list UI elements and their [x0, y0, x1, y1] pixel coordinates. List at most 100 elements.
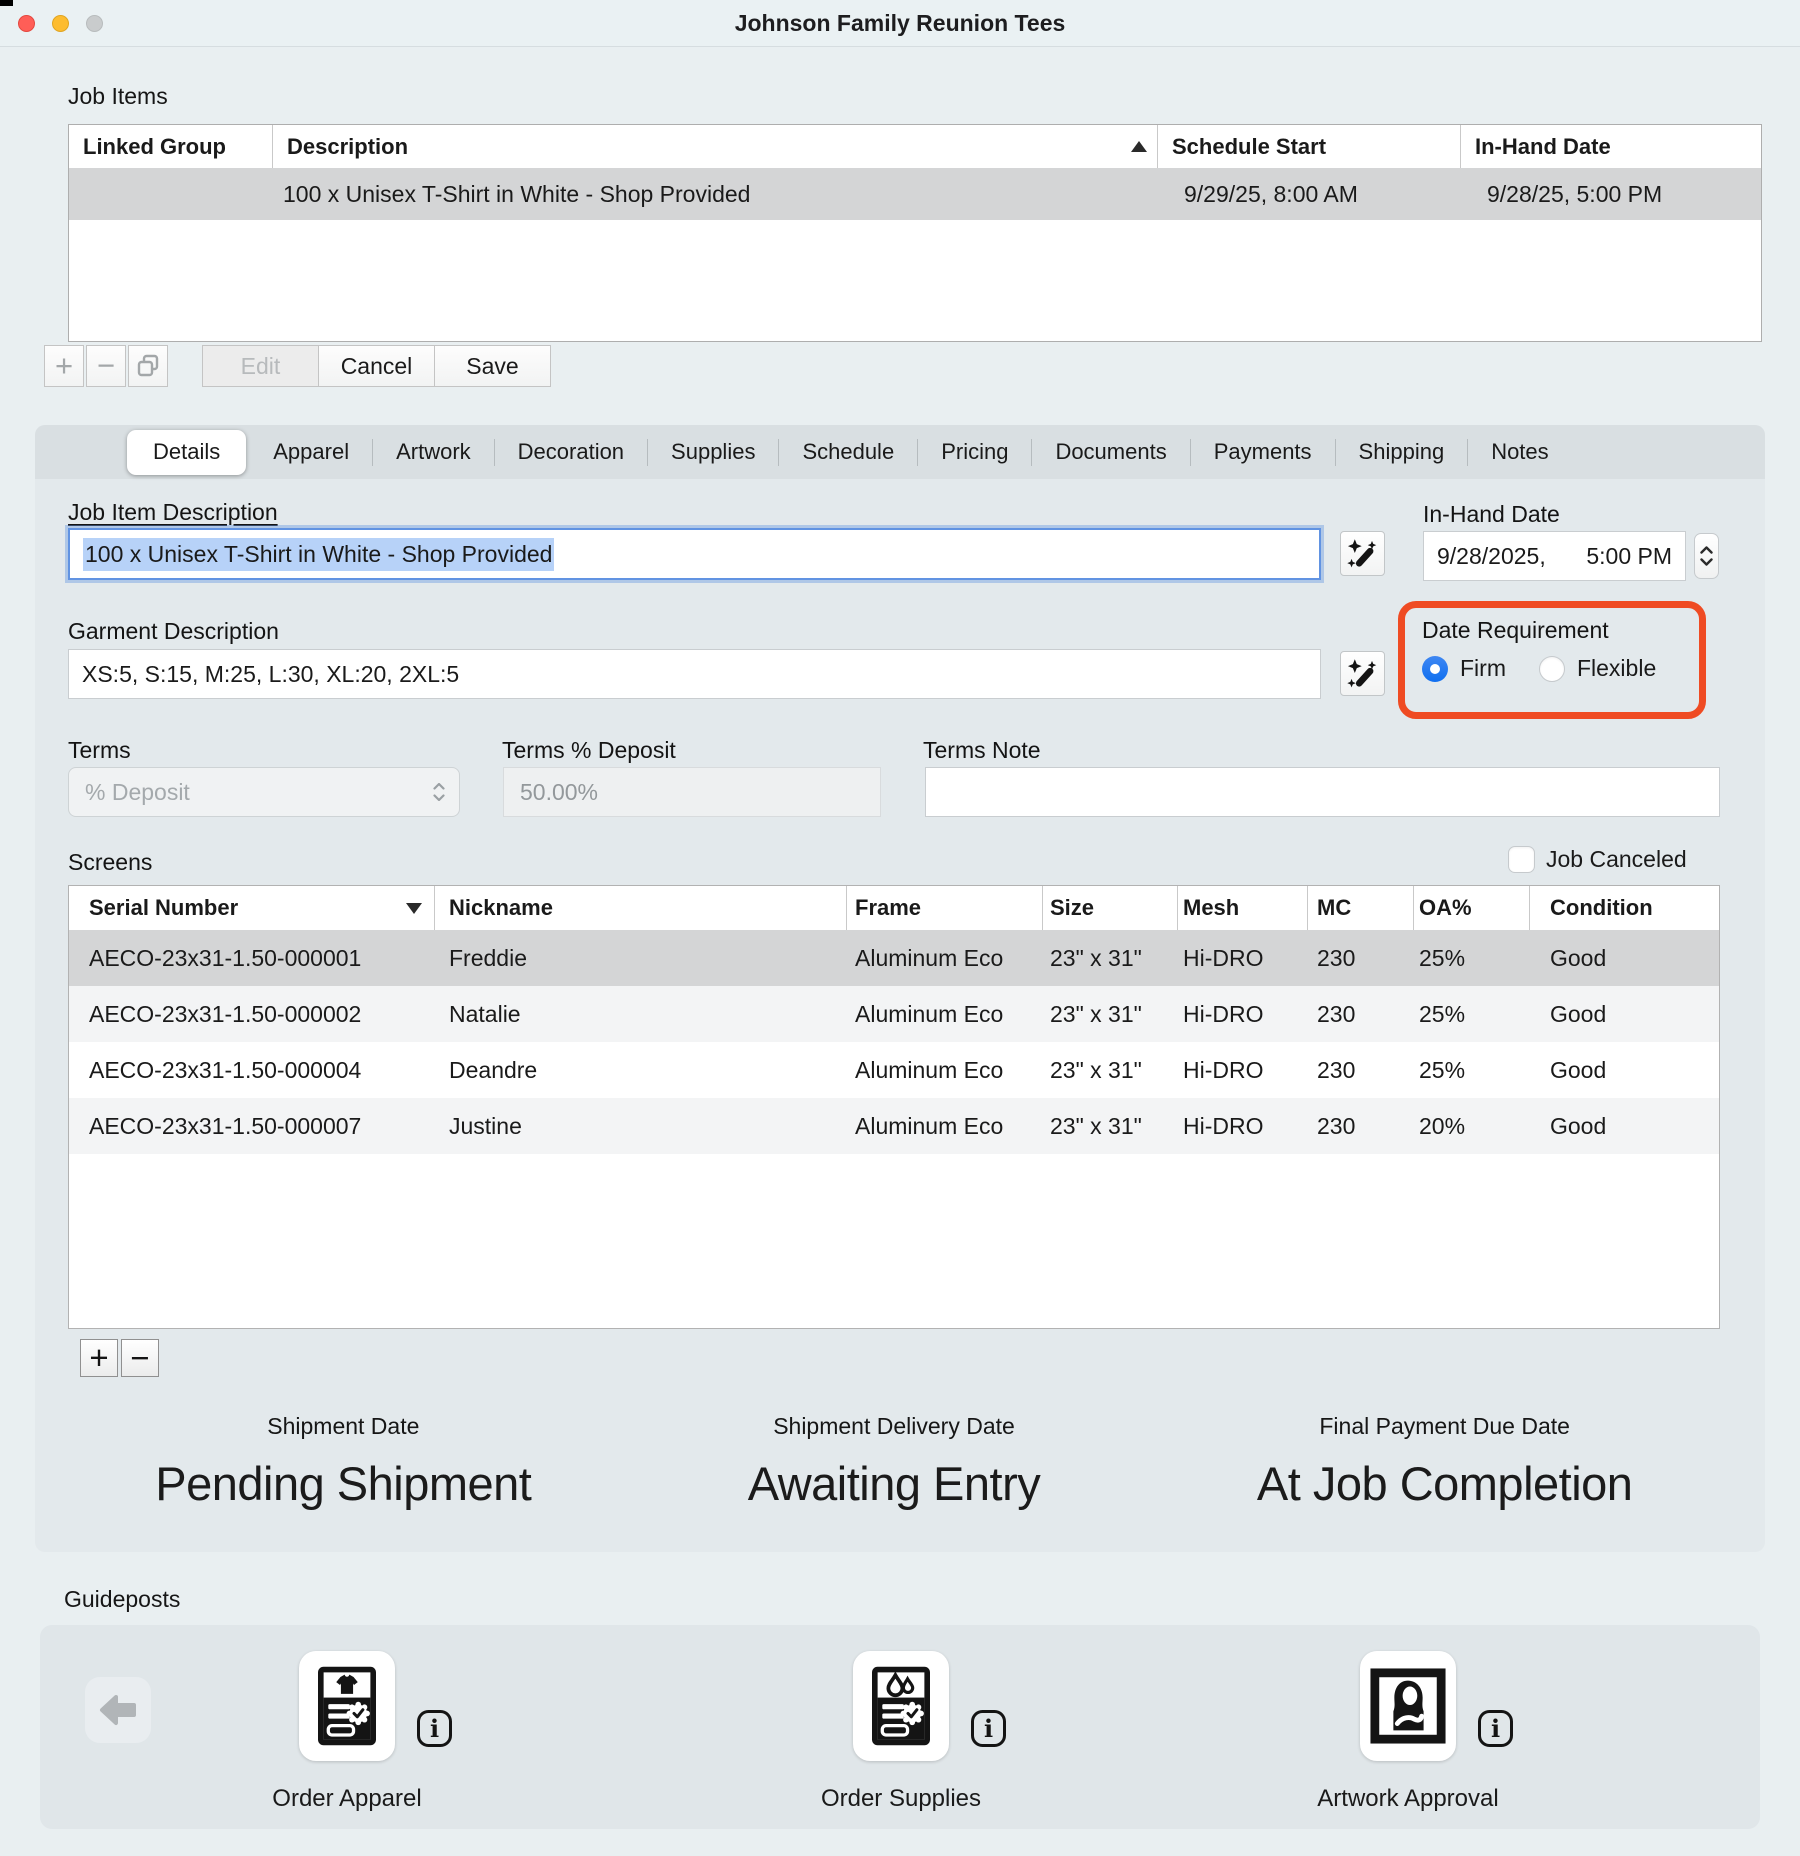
column-header-frame[interactable]: Frame [847, 886, 1043, 930]
autofill-garment-button[interactable] [1340, 651, 1385, 696]
magic-wand-icon [1345, 656, 1381, 692]
job-items-header: Linked Group Description Schedule Start … [69, 125, 1761, 168]
sort-ascending-icon [1131, 141, 1147, 152]
stepper-down-icon [1700, 558, 1713, 566]
final-payment-due-date-label: Final Payment Due Date [1169, 1413, 1720, 1440]
tab-artwork[interactable]: Artwork [373, 425, 494, 479]
column-header-mesh[interactable]: Mesh [1178, 886, 1308, 930]
guideposts-panel: i Order Apparel i [40, 1625, 1760, 1829]
date-requirement-annotation: Date Requirement Firm Flexible [1398, 601, 1706, 719]
window-controls [18, 15, 103, 32]
column-header-linked-group[interactable]: Linked Group [69, 125, 273, 168]
order-supplies-label: Order Supplies [751, 1785, 1051, 1813]
order-apparel-label: Order Apparel [197, 1785, 497, 1813]
terms-note-input[interactable] [925, 767, 1720, 817]
close-window-button[interactable] [18, 15, 35, 32]
tab-bar: Details Apparel Artwork Decoration Suppl… [35, 425, 1765, 479]
tab-documents[interactable]: Documents [1032, 425, 1189, 479]
shipment-delivery-date-label: Shipment Delivery Date [619, 1413, 1170, 1440]
order-apparel-info-icon[interactable]: i [416, 1709, 453, 1748]
tab-shipping[interactable]: Shipping [1336, 425, 1468, 479]
in-hand-date-time: 5:00 PM [1586, 543, 1672, 570]
screens-toolbar: + − [80, 1339, 159, 1377]
column-header-description[interactable]: Description [273, 125, 1158, 168]
tab-supplies[interactable]: Supplies [648, 425, 778, 479]
artwork-approval-info-icon[interactable]: i [1477, 1709, 1514, 1748]
job-items-section-label: Job Items [68, 83, 1800, 110]
terms-note-label: Terms Note [923, 737, 1041, 764]
column-header-condition[interactable]: Condition [1530, 886, 1719, 930]
guidepost-order-apparel: i Order Apparel [197, 1647, 497, 1822]
column-header-nickname[interactable]: Nickname [435, 886, 847, 930]
order-apparel-button[interactable] [299, 1651, 395, 1761]
artwork-approval-button[interactable] [1360, 1651, 1456, 1761]
in-hand-date-input[interactable]: 9/28/2025, 5:00 PM [1423, 531, 1686, 581]
final-payment-due-date-value: At Job Completion [1169, 1456, 1720, 1511]
screen-row[interactable]: AECO-23x31-1.50-000004 Deandre Aluminum … [69, 1042, 1719, 1098]
tab-details[interactable]: Details [127, 430, 246, 475]
job-item-row[interactable]: 100 x Unisex T-Shirt in White - Shop Pro… [69, 168, 1761, 220]
column-header-mc[interactable]: MC [1308, 886, 1414, 930]
cell-description: 100 x Unisex T-Shirt in White - Shop Pro… [273, 168, 1158, 220]
garment-description-input[interactable]: XS:5, S:15, M:25, L:30, XL:20, 2XL:5 [68, 649, 1321, 699]
select-chevrons-icon [433, 783, 445, 801]
apparel-order-icon [318, 1666, 376, 1746]
screens-header: Serial Number Nickname Frame Size Mesh M… [69, 886, 1719, 930]
tab-payments[interactable]: Payments [1191, 425, 1335, 479]
save-button[interactable]: Save [434, 345, 551, 387]
tab-notes[interactable]: Notes [1468, 425, 1571, 479]
screen-row[interactable]: AECO-23x31-1.50-000002 Natalie Aluminum … [69, 986, 1719, 1042]
add-job-item-button[interactable]: + [44, 345, 84, 387]
date-stepper[interactable] [1694, 533, 1719, 579]
screen-row[interactable]: AECO-23x31-1.50-000007 Justine Aluminum … [69, 1098, 1719, 1154]
duplicate-job-item-button[interactable] [128, 345, 168, 387]
guidepost-artwork-approval: i Artwork Approval [1258, 1647, 1558, 1822]
terms-label: Terms [68, 737, 131, 764]
tab-pricing[interactable]: Pricing [918, 425, 1031, 479]
final-payment-due-date-summary: Final Payment Due Date At Job Completion [1169, 1413, 1720, 1511]
order-supplies-info-icon[interactable]: i [970, 1709, 1007, 1748]
selected-text: 100 x Unisex T-Shirt in White - Shop Pro… [83, 538, 554, 571]
cancel-button[interactable]: Cancel [318, 345, 435, 387]
terms-select[interactable]: % Deposit [68, 767, 460, 817]
column-header-size[interactable]: Size [1043, 886, 1178, 930]
remove-job-item-button[interactable]: − [86, 345, 126, 387]
cell-schedule-start: 9/29/25, 8:00 AM [1158, 168, 1461, 220]
column-header-oa[interactable]: OA% [1414, 886, 1530, 930]
column-header-serial-number[interactable]: Serial Number [69, 886, 435, 930]
minimize-window-button[interactable] [52, 15, 69, 32]
screen-row[interactable]: AECO-23x31-1.50-000001 Freddie Aluminum … [69, 930, 1719, 986]
order-supplies-button[interactable] [853, 1651, 949, 1761]
job-item-description-input[interactable]: 100 x Unisex T-Shirt in White - Shop Pro… [68, 528, 1321, 580]
shipment-date-label: Shipment Date [68, 1413, 619, 1440]
job-item-description-label: Job Item Description [68, 499, 278, 526]
screens-table: Serial Number Nickname Frame Size Mesh M… [68, 885, 1720, 1329]
duplicate-icon [135, 353, 161, 379]
firm-radio[interactable] [1422, 656, 1448, 682]
in-hand-date-date: 9/28/2025, [1437, 543, 1546, 570]
flexible-radio[interactable] [1539, 656, 1565, 682]
remove-screen-button[interactable]: − [121, 1339, 159, 1377]
supplies-order-icon [872, 1666, 930, 1746]
window-title: Johnson Family Reunion Tees [735, 10, 1066, 37]
back-arrow-icon [98, 1693, 138, 1727]
job-items-toolbar: + − Edit Cancel Save [44, 345, 1800, 387]
job-item-detail-panel: Details Apparel Artwork Decoration Suppl… [35, 425, 1765, 1552]
column-header-in-hand-date[interactable]: In-Hand Date [1461, 125, 1761, 168]
column-header-schedule-start[interactable]: Schedule Start [1158, 125, 1461, 168]
cell-in-hand-date: 9/28/25, 5:00 PM [1461, 168, 1761, 220]
screens-empty-area [69, 1154, 1719, 1328]
tab-apparel[interactable]: Apparel [250, 425, 372, 479]
garment-description-label: Garment Description [68, 618, 279, 645]
tab-schedule[interactable]: Schedule [779, 425, 917, 479]
screen-edge-artifact [0, 0, 13, 6]
add-screen-button[interactable]: + [80, 1339, 118, 1377]
cell-linked-group [69, 168, 273, 220]
edit-button[interactable]: Edit [202, 345, 319, 387]
magic-wand-icon [1345, 536, 1381, 572]
shipment-delivery-date-value: Awaiting Entry [619, 1456, 1170, 1511]
tab-decoration[interactable]: Decoration [495, 425, 647, 479]
back-button[interactable] [85, 1677, 151, 1743]
autofill-description-button[interactable] [1340, 531, 1385, 576]
job-canceled-checkbox[interactable] [1508, 846, 1535, 873]
